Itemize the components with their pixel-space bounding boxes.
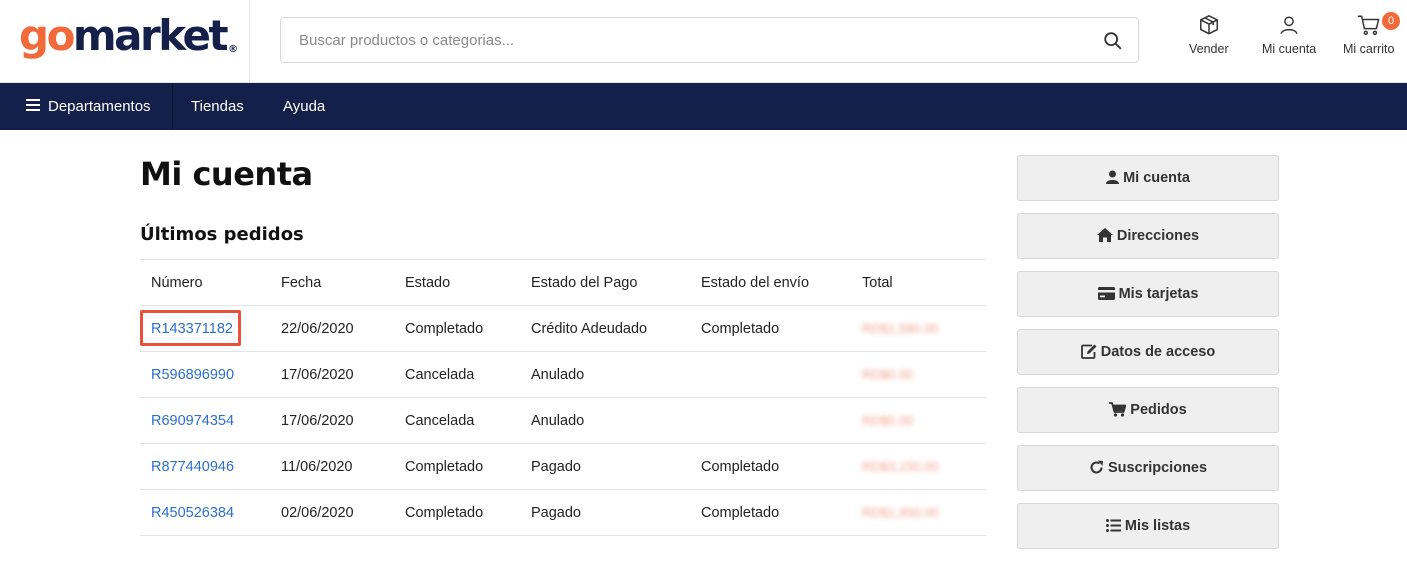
- hamburger-menu-icon: [26, 99, 40, 112]
- order-total-cell: RD$0.00: [851, 397, 986, 444]
- sell-label: Vender: [1189, 42, 1229, 56]
- sidebar-item-my-account[interactable]: Mi cuenta: [1017, 155, 1279, 201]
- order-status: Completado: [394, 489, 520, 536]
- payment-status: Crédito Adeudado: [520, 305, 690, 352]
- sidebar-item-orders[interactable]: Pedidos: [1017, 387, 1279, 433]
- home-icon: [1096, 228, 1113, 243]
- my-account-button[interactable]: Mi cuenta: [1262, 14, 1316, 56]
- column-status: Estado: [394, 259, 520, 306]
- user-icon: [1106, 170, 1120, 185]
- shipping-status: Completado: [690, 489, 851, 536]
- order-status: Completado: [394, 443, 520, 490]
- order-status: Cancelada: [394, 351, 520, 398]
- order-total: RD$1,580.00: [862, 320, 939, 336]
- order-number-cell: R596896990: [140, 351, 270, 398]
- table-row: R143371182 22/06/2020 Completado Crédito…: [140, 305, 986, 352]
- order-number-cell: R877440946: [140, 443, 270, 490]
- sidebar-item-addresses[interactable]: Direcciones: [1017, 213, 1279, 259]
- order-total: RD$1,950.00: [862, 504, 939, 520]
- shipping-status: [690, 351, 851, 398]
- order-number-cell: R450526384: [140, 489, 270, 536]
- search-icon[interactable]: [1102, 30, 1124, 52]
- cart-label: Mi carrito: [1343, 42, 1395, 56]
- order-total: RD$0.00: [862, 412, 914, 428]
- edit-icon: [1080, 344, 1097, 359]
- order-total: RD$3,150.00: [862, 458, 939, 474]
- sidebar-item-label: Mi cuenta: [1123, 170, 1190, 186]
- shipping-status: Completado: [690, 305, 851, 352]
- main-navigation: Departamentos Tiendas Ayuda: [0, 83, 1407, 130]
- my-account-label: Mi cuenta: [1262, 42, 1317, 56]
- nav-help[interactable]: Ayuda: [283, 83, 325, 130]
- order-total: RD$0.00: [862, 366, 914, 382]
- sidebar-item-label: Pedidos: [1130, 402, 1187, 418]
- cart-icon: [1109, 401, 1127, 417]
- order-link[interactable]: R143371182: [151, 321, 233, 337]
- search-input[interactable]: [281, 18, 1081, 62]
- sidebar-item-label: Mis listas: [1124, 518, 1191, 534]
- sidebar-item-label: Mis tarjetas: [1118, 286, 1199, 302]
- order-date: 17/06/2020: [270, 351, 394, 398]
- column-number: Número: [140, 259, 270, 306]
- order-total-cell: RD$3,150.00: [851, 443, 986, 490]
- order-status: Cancelada: [394, 397, 520, 444]
- table-row: R877440946 11/06/2020 Completado Pagado …: [140, 443, 986, 490]
- shipping-status: [690, 397, 851, 444]
- sidebar-item-label: Suscripciones: [1107, 460, 1208, 476]
- order-total-cell: RD$1,580.00: [851, 305, 986, 352]
- order-date: 02/06/2020: [270, 489, 394, 536]
- order-date: 11/06/2020: [270, 443, 394, 490]
- order-total-cell: RD$1,950.00: [851, 489, 986, 536]
- sidebar-item-cards[interactable]: Mis tarjetas: [1017, 271, 1279, 317]
- order-date: 17/06/2020: [270, 397, 394, 444]
- sidebar-item-subscriptions[interactable]: Suscripciones: [1017, 445, 1279, 491]
- payment-status: Pagado: [520, 443, 690, 490]
- order-number-cell: R143371182: [140, 305, 270, 352]
- site-header: gomarket® Vender Mi cuenta Mi carrito: [0, 0, 1407, 83]
- box-icon: [1199, 15, 1218, 35]
- list-icon: [1105, 518, 1121, 532]
- sell-button[interactable]: Vender: [1189, 14, 1229, 56]
- refresh-icon: [1090, 460, 1103, 474]
- table-row: R690974354 17/06/2020 Cancelada Anulado …: [140, 397, 986, 444]
- table-row: R596896990 17/06/2020 Cancelada Anulado …: [140, 351, 986, 398]
- order-date: 22/06/2020: [270, 305, 394, 352]
- nav-departments[interactable]: Departamentos: [26, 83, 151, 130]
- sidebar-item-access-data[interactable]: Datos de acceso: [1017, 329, 1279, 375]
- column-payment-status: Estado del Pago: [520, 259, 690, 306]
- table-row: R450526384 02/06/2020 Completado Pagado …: [140, 489, 986, 536]
- nav-departments-label: Departamentos: [48, 98, 151, 115]
- recent-orders-title: Últimos pedidos: [140, 224, 304, 245]
- shipping-status: Completado: [690, 443, 851, 490]
- search-bar: [280, 17, 1139, 63]
- nav-divider: [172, 83, 173, 130]
- sidebar-item-label: Datos de acceso: [1100, 344, 1216, 360]
- order-link[interactable]: R877440946: [151, 459, 234, 475]
- logo-area: gomarket ®: [0, 0, 250, 83]
- user-icon: [1280, 16, 1298, 35]
- column-shipping-status: Estado del envío: [690, 259, 851, 306]
- orders-table: Número Fecha Estado Estado del Pago Esta…: [140, 259, 986, 536]
- order-number-cell: R690974354: [140, 397, 270, 444]
- payment-status: Pagado: [520, 489, 690, 536]
- column-total: Total: [851, 259, 986, 306]
- order-link[interactable]: R690974354: [151, 413, 234, 429]
- table-header-row: Número Fecha Estado Estado del Pago Esta…: [140, 259, 986, 306]
- order-link[interactable]: R450526384: [151, 505, 234, 521]
- page-title: Mi cuenta: [140, 155, 313, 193]
- credit-card-icon: [1097, 286, 1115, 300]
- nav-stores[interactable]: Tiendas: [191, 83, 244, 130]
- sidebar-item-my-lists[interactable]: Mis listas: [1017, 503, 1279, 549]
- order-total-cell: RD$0.00: [851, 351, 986, 398]
- order-status: Completado: [394, 305, 520, 352]
- order-link[interactable]: R596896990: [151, 367, 234, 383]
- column-date: Fecha: [270, 259, 394, 306]
- cart-icon: [1357, 15, 1380, 35]
- payment-status: Anulado: [520, 397, 690, 444]
- sidebar-item-label: Direcciones: [1116, 228, 1200, 244]
- payment-status: Anulado: [520, 351, 690, 398]
- gomarket-logo[interactable]: gomarket ®: [19, 8, 238, 64]
- cart-count-badge: 0: [1382, 12, 1400, 30]
- cart-button[interactable]: Mi carrito 0: [1343, 12, 1400, 56]
